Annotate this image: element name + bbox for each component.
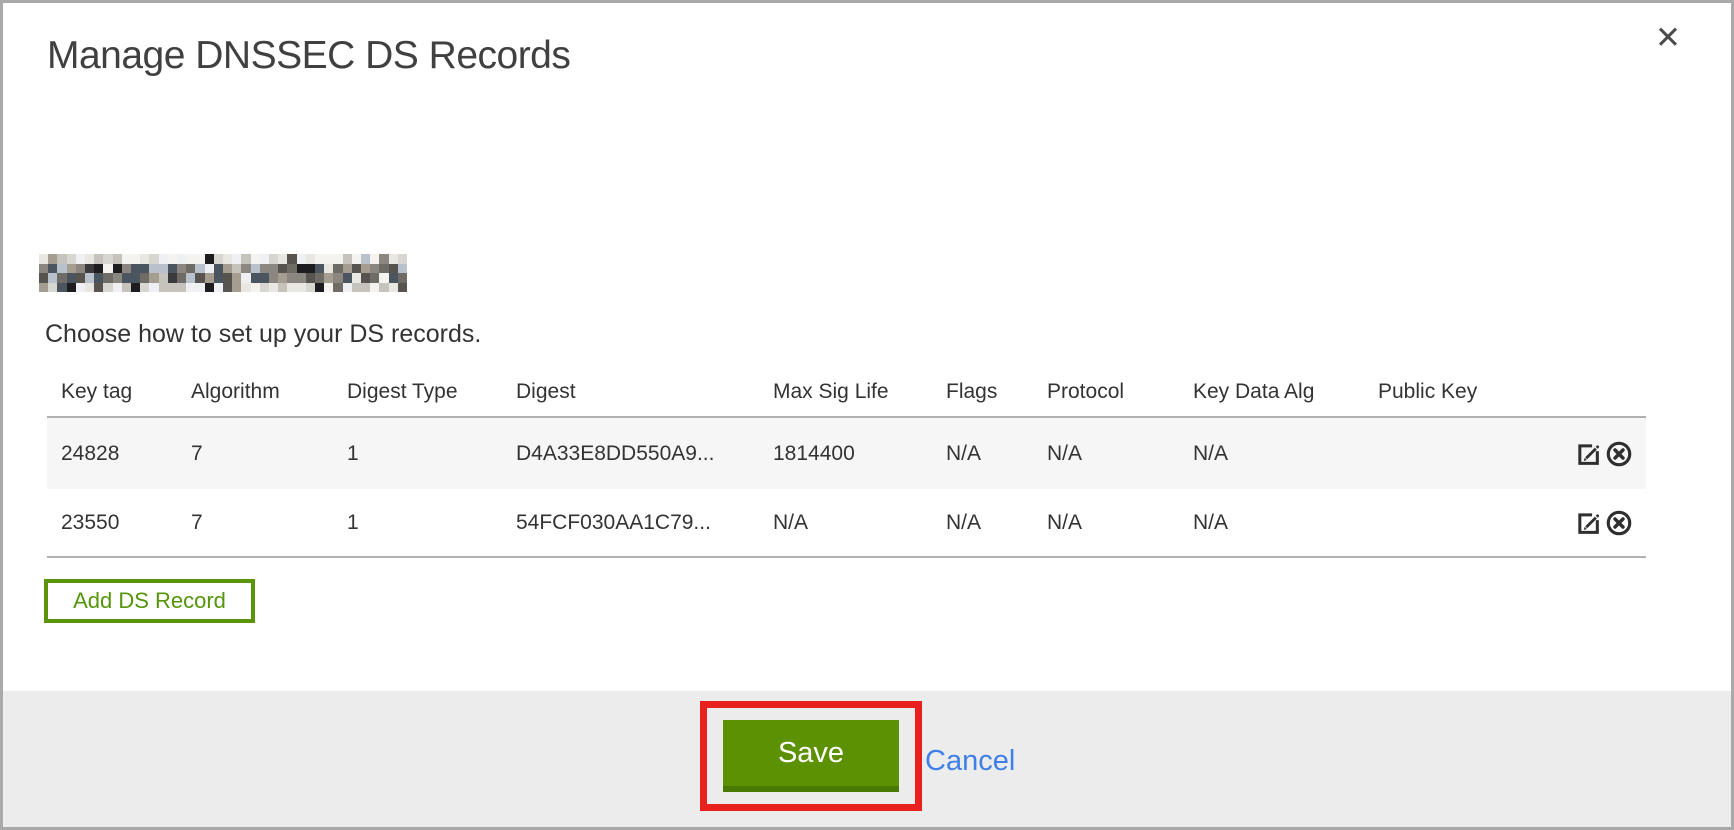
delete-record-button[interactable]: [1605, 509, 1633, 537]
table-cell: 1: [333, 442, 502, 466]
edit-record-button[interactable]: [1574, 509, 1602, 537]
redacted-domain-name: [39, 254, 407, 292]
table-cell: N/A: [1179, 442, 1364, 466]
delete-icon: [1605, 440, 1633, 468]
save-button[interactable]: Save: [723, 720, 899, 792]
table-cell: N/A: [932, 442, 1033, 466]
table-cell: N/A: [759, 511, 932, 535]
table-cell: 54FCF030AA1C79...: [502, 511, 759, 535]
table-cell: 1: [333, 511, 502, 535]
table-row: 235507154FCF030AA1C79...N/AN/AN/AN/A: [47, 489, 1646, 558]
page-title: Manage DNSSEC DS Records: [47, 34, 570, 78]
column-header: Key tag: [47, 380, 177, 404]
delete-icon: [1605, 509, 1633, 537]
edit-icon: [1574, 440, 1602, 468]
column-header: Protocol: [1033, 380, 1179, 404]
column-header: Key Data Alg: [1179, 380, 1364, 404]
table-cell: N/A: [1033, 442, 1179, 466]
table-cell: 23550: [47, 511, 177, 535]
column-header: Algorithm: [177, 380, 333, 404]
row-actions: [1563, 509, 1646, 537]
close-button[interactable]: ✕: [1655, 23, 1681, 54]
column-header: Public Key: [1364, 380, 1563, 404]
close-icon: ✕: [1655, 20, 1681, 56]
edit-icon: [1574, 509, 1602, 537]
table-row: 2482871D4A33E8DD550A9...1814400N/AN/AN/A: [47, 418, 1646, 489]
column-header: Max Sig Life: [759, 380, 932, 404]
cancel-link[interactable]: Cancel: [925, 745, 1015, 778]
manage-dnssec-dialog: Manage DNSSEC DS Records ✕ Choose how to…: [0, 0, 1734, 830]
table-cell: 1814400: [759, 442, 932, 466]
table-cell: 24828: [47, 442, 177, 466]
delete-record-button[interactable]: [1605, 440, 1633, 468]
table-cell: N/A: [1033, 511, 1179, 535]
column-header: Digest Type: [333, 380, 502, 404]
table-cell: N/A: [1179, 511, 1364, 535]
column-header: Flags: [932, 380, 1033, 404]
add-ds-record-button[interactable]: Add DS Record: [44, 579, 255, 623]
column-header: Digest: [502, 380, 759, 404]
table-header-row: Key tagAlgorithmDigest TypeDigestMax Sig…: [47, 367, 1646, 418]
row-actions: [1563, 440, 1646, 468]
table-cell: D4A33E8DD550A9...: [502, 442, 759, 466]
table-cell: N/A: [932, 511, 1033, 535]
annotation-highlight: Save: [700, 701, 922, 811]
ds-records-table: Key tagAlgorithmDigest TypeDigestMax Sig…: [47, 367, 1646, 558]
dialog-footer: Save Cancel: [3, 691, 1731, 827]
instruction-text: Choose how to set up your DS records.: [45, 320, 481, 349]
table-cell: 7: [177, 442, 333, 466]
table-cell: 7: [177, 511, 333, 535]
edit-record-button[interactable]: [1574, 440, 1602, 468]
